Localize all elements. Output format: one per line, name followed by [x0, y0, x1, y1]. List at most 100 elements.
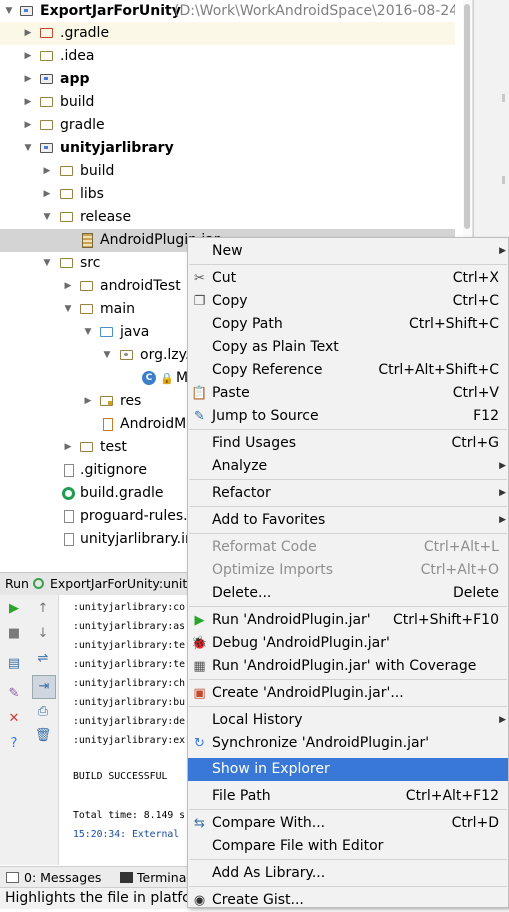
chevron-down-icon[interactable]: ▼: [3, 0, 15, 23]
soft-wrap-icon[interactable]: ⇌: [34, 650, 52, 668]
close-icon[interactable]: ✕: [5, 710, 23, 728]
chevron-down-icon[interactable]: ▼: [62, 298, 74, 321]
tree-root[interactable]: ▼ ExportJarForUnity (D:\Work\WorkAndroid…: [0, 0, 455, 23]
menu-shortcut: Delete: [453, 585, 499, 601]
module-folder-icon: [40, 74, 53, 84]
pin-icon[interactable]: ✎: [5, 685, 23, 703]
menu-item-run[interactable]: ▶ Run 'AndroidPlugin.jar' Ctrl+Shift+F10: [188, 609, 508, 632]
tree-scrollbar-thumb[interactable]: [464, 4, 470, 229]
tree-item-app[interactable]: ▶ app: [0, 68, 455, 91]
menu-item-jump-to-source[interactable]: ✎ Jump to Source F12: [188, 405, 508, 428]
chevron-right-icon[interactable]: ▶: [41, 183, 53, 206]
console-line: :unityjarlibrary:te: [73, 640, 186, 651]
menu-shortcut: Ctrl+X: [452, 270, 499, 286]
up-arrow-icon[interactable]: ↑: [34, 600, 52, 618]
chevron-right-icon[interactable]: ▶: [22, 91, 34, 114]
menu-separator: [189, 429, 507, 430]
run-tab-label[interactable]: Run: [5, 573, 29, 595]
help-icon[interactable]: ?: [5, 735, 23, 753]
menu-item-optimize-imports[interactable]: Optimize Imports Ctrl+Alt+O: [188, 559, 508, 582]
chevron-right-icon[interactable]: ▶: [82, 390, 94, 413]
source-folder-icon: [100, 327, 113, 337]
run-config-label[interactable]: ExportJarForUnity:unityj: [50, 573, 198, 595]
chevron-right-icon[interactable]: ▶: [41, 160, 53, 183]
tab-terminal[interactable]: Termina: [137, 867, 186, 888]
chevron-right-icon[interactable]: ▶: [22, 22, 34, 45]
tree-item-unityjarlibrary[interactable]: ▼ unityjarlibrary: [0, 137, 455, 160]
menu-item-create-gist[interactable]: ◉ Create Gist...: [188, 889, 508, 912]
clipboard-icon: 📋: [191, 386, 208, 401]
print-icon[interactable]: ⎙: [34, 703, 52, 721]
menu-item-cut[interactable]: ✂ Cut Ctrl+X: [188, 267, 508, 290]
tree-item-idea[interactable]: ▶ .idea: [0, 45, 455, 68]
chevron-down-icon[interactable]: ▼: [82, 321, 94, 344]
menu-item-add-as-library[interactable]: Add As Library...: [188, 862, 508, 885]
tree-item-libs[interactable]: ▶ libs: [0, 183, 455, 206]
menu-item-compare-with[interactable]: ⇆ Compare With... Ctrl+D: [188, 812, 508, 835]
menu-item-run-coverage[interactable]: ▦ Run 'AndroidPlugin.jar' with Coverage: [188, 655, 508, 678]
rerun-icon[interactable]: ▶: [5, 600, 23, 618]
down-arrow-icon[interactable]: ↓: [34, 625, 52, 643]
layout-icon[interactable]: ▤: [5, 655, 23, 673]
menu-item-label: Delete...: [212, 585, 272, 601]
menu-item-debug[interactable]: 🐞 Debug 'AndroidPlugin.jar': [188, 632, 508, 655]
menu-item-paste[interactable]: 📋 Paste Ctrl+V: [188, 382, 508, 405]
tree-item-label: java: [120, 324, 150, 340]
trash-icon[interactable]: 🗑: [34, 727, 52, 745]
menu-item-label: Compare File with Editor: [212, 838, 384, 854]
context-menu: New ▶ ✂ Cut Ctrl+X ❐ Copy Ctrl+C Copy Pa…: [187, 237, 509, 908]
menu-item-analyze[interactable]: Analyze ▶: [188, 455, 508, 478]
folder-icon: [60, 189, 73, 199]
tree-root-label: ExportJarForUnity: [40, 3, 181, 19]
chevron-right-icon[interactable]: ▶: [22, 114, 34, 137]
tree-item-release[interactable]: ▼ release: [0, 206, 455, 229]
menu-item-local-history[interactable]: Local History ▶: [188, 709, 508, 732]
chevron-right-icon[interactable]: ▶: [22, 45, 34, 68]
stop-icon[interactable]: ■: [5, 625, 23, 643]
menu-item-label: New: [212, 243, 243, 259]
console-line: :unityjarlibrary:te: [73, 659, 186, 670]
folder-icon: [60, 212, 73, 222]
menu-item-synchronize[interactable]: ↻ Synchronize 'AndroidPlugin.jar': [188, 732, 508, 755]
menu-item-show-in-explorer[interactable]: Show in Explorer: [188, 758, 508, 781]
folder-icon: [80, 442, 93, 452]
menu-item-find-usages[interactable]: Find Usages Ctrl+G: [188, 432, 508, 455]
chevron-down-icon[interactable]: ▼: [41, 252, 53, 275]
menu-item-copy-path[interactable]: Copy Path Ctrl+Shift+C: [188, 313, 508, 336]
menu-item-copy[interactable]: ❐ Copy Ctrl+C: [188, 290, 508, 313]
menu-item-new[interactable]: New ▶: [188, 240, 508, 263]
chevron-down-icon[interactable]: ▼: [22, 137, 34, 160]
chevron-down-icon[interactable]: ▼: [101, 344, 113, 367]
menu-item-compare-editor[interactable]: Compare File with Editor: [188, 835, 508, 858]
menu-item-refactor[interactable]: Refactor ▶: [188, 482, 508, 505]
menu-item-add-to-favorites[interactable]: Add to Favorites ▶: [188, 509, 508, 532]
folder-icon: [80, 304, 93, 314]
menu-item-copy-plain-text[interactable]: Copy as Plain Text: [188, 336, 508, 359]
folder-icon: [40, 97, 53, 107]
submenu-arrow-icon: ▶: [499, 488, 506, 498]
chevron-down-icon[interactable]: ▼: [41, 206, 53, 229]
scroll-to-end-icon[interactable]: ⇥: [32, 675, 56, 699]
chevron-right-icon[interactable]: ▶: [62, 275, 74, 298]
menu-item-label: Copy Path: [212, 316, 283, 332]
menu-item-reformat-code[interactable]: Reformat Code Ctrl+Alt+L: [188, 536, 508, 559]
menu-item-create[interactable]: ▣ Create 'AndroidPlugin.jar'...: [188, 682, 508, 705]
console-line: :unityjarlibrary:ch: [73, 678, 186, 689]
menu-separator: [189, 533, 507, 534]
module-folder-icon: [40, 143, 53, 153]
folder-icon: [60, 258, 73, 268]
chevron-right-icon[interactable]: ▶: [22, 68, 34, 91]
menu-separator: [189, 886, 507, 887]
menu-shortcut: Ctrl+C: [452, 293, 499, 309]
menu-item-file-path[interactable]: File Path Ctrl+Alt+F12: [188, 785, 508, 808]
tree-item-gradle[interactable]: ▶ .gradle: [0, 22, 455, 45]
chevron-right-icon[interactable]: ▶: [62, 436, 74, 459]
tab-messages[interactable]: 0: Messages: [24, 867, 101, 888]
terminal-icon: [120, 872, 133, 883]
menu-item-delete[interactable]: Delete... Delete: [188, 582, 508, 605]
external-line: 15:20:34: External: [73, 829, 180, 840]
tree-item-build-sub[interactable]: ▶ build: [0, 160, 455, 183]
tree-item-build[interactable]: ▶ build: [0, 91, 455, 114]
menu-item-copy-reference[interactable]: Copy Reference Ctrl+Alt+Shift+C: [188, 359, 508, 382]
tree-item-gradle-dir[interactable]: ▶ gradle: [0, 114, 455, 137]
